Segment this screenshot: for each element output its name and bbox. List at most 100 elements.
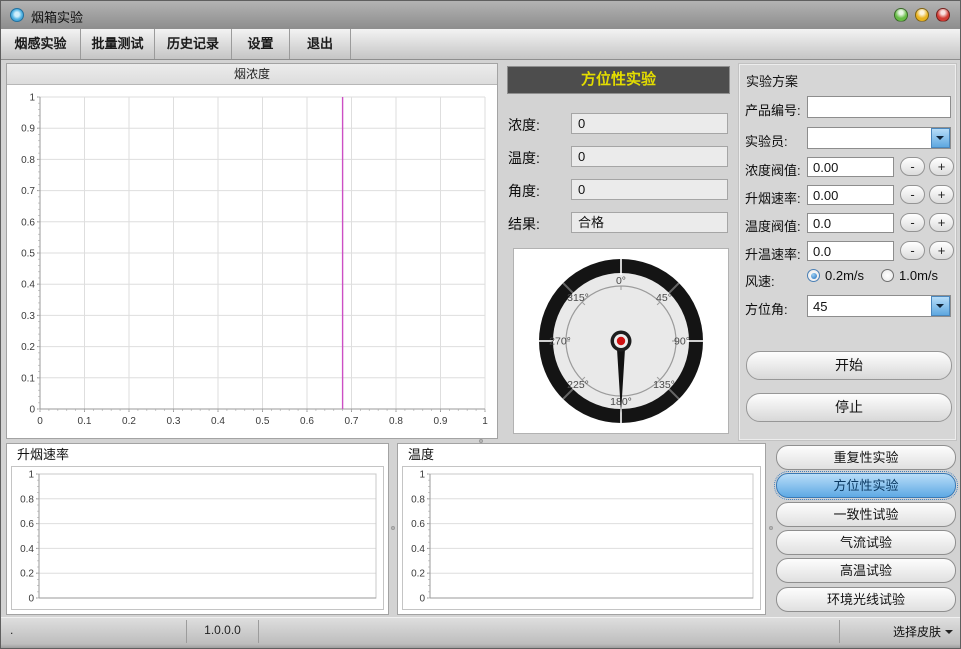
temp-threshold-label: 温度阀值: bbox=[745, 216, 801, 235]
svg-text:0.9: 0.9 bbox=[21, 124, 35, 135]
stop-button[interactable]: 停止 bbox=[746, 393, 952, 422]
svg-text:0.2: 0.2 bbox=[21, 342, 35, 353]
minimize-button-icon[interactable] bbox=[894, 8, 908, 22]
svg-text:0.6: 0.6 bbox=[21, 217, 35, 228]
azimuth-gauge: 0° 45° 90° 135° 180° 225° 270° 315° bbox=[514, 249, 728, 433]
plot-area: 00.20.40.60.81 bbox=[20, 470, 376, 605]
svg-text:0.9: 0.9 bbox=[434, 416, 448, 427]
splitter-handle[interactable] bbox=[391, 526, 395, 530]
statusbar-separator bbox=[839, 620, 840, 643]
plot-area: 00.10.20.30.40.50.60.70.80.9100.10.20.30… bbox=[21, 93, 488, 428]
temp-rise-rate-minus-button[interactable]: - bbox=[900, 241, 925, 260]
temp-threshold-minus-button[interactable]: - bbox=[900, 213, 925, 232]
menu-item-exit[interactable]: 退出 bbox=[290, 29, 351, 59]
test-button-consistency[interactable]: 一致性试验 bbox=[776, 502, 956, 527]
test-button-repeatability[interactable]: 重复性实验 bbox=[776, 445, 956, 470]
svg-text:0.4: 0.4 bbox=[21, 280, 35, 291]
svg-text:1: 1 bbox=[29, 93, 35, 104]
smoke-rise-rate-minus-button[interactable]: - bbox=[900, 185, 925, 204]
test-button-ambient-light[interactable]: 环境光线试验 bbox=[776, 587, 956, 612]
svg-text:0: 0 bbox=[28, 594, 34, 605]
window-controls bbox=[894, 8, 950, 22]
wind-speed-radio-02[interactable]: 0.2m/s bbox=[807, 268, 864, 283]
test-button-airflow[interactable]: 气流试验 bbox=[776, 530, 956, 555]
start-button[interactable]: 开始 bbox=[746, 351, 952, 380]
svg-text:0.8: 0.8 bbox=[389, 416, 403, 427]
maximize-button-icon[interactable] bbox=[915, 8, 929, 22]
temp-rise-rate-plus-button[interactable]: + bbox=[929, 241, 954, 260]
window-title: 烟箱实验 bbox=[31, 7, 83, 26]
wind-speed-label: 风速: bbox=[745, 271, 775, 290]
smoke-rise-rate-label: 升烟速率: bbox=[745, 188, 801, 207]
svg-text:0.5: 0.5 bbox=[256, 416, 270, 427]
svg-text:0: 0 bbox=[37, 416, 43, 427]
menu-item-smoke-test[interactable]: 烟感实验 bbox=[1, 29, 81, 59]
density-threshold-plus-button[interactable]: + bbox=[929, 157, 954, 176]
density-threshold-label: 浓度阀值: bbox=[745, 160, 801, 179]
close-button-icon[interactable] bbox=[936, 8, 950, 22]
app-icon bbox=[10, 8, 24, 22]
title-bar: 烟箱实验 bbox=[1, 1, 960, 30]
azimuth-gauge-panel: 0° 45° 90° 135° 180° 225° 270° 315° bbox=[513, 248, 729, 434]
svg-text:0.7: 0.7 bbox=[21, 186, 35, 197]
svg-text:0.8: 0.8 bbox=[20, 494, 34, 505]
radio-icon bbox=[881, 269, 894, 282]
chart-title-temperature: 温度 bbox=[398, 444, 765, 466]
smoke-rise-rate-input[interactable] bbox=[807, 185, 894, 205]
menu-item-batch-test[interactable]: 批量测试 bbox=[81, 29, 155, 59]
temp-rise-rate-label: 升温速率: bbox=[745, 244, 801, 263]
field-value-result: 合格 bbox=[571, 212, 728, 233]
svg-text:0: 0 bbox=[419, 594, 425, 605]
density-threshold-minus-button[interactable]: - bbox=[900, 157, 925, 176]
operator-dropdown-button[interactable] bbox=[931, 128, 950, 148]
svg-text:0.4: 0.4 bbox=[411, 544, 425, 555]
skin-select-button[interactable]: 选择皮肤 bbox=[893, 623, 953, 640]
plot-area: 00.20.40.60.81 bbox=[411, 470, 753, 605]
product-no-label: 产品编号: bbox=[745, 100, 801, 119]
app-window: 烟箱实验 烟感实验 批量测试 历史记录 设置 退出 烟浓度 00.10.20.3… bbox=[0, 0, 961, 649]
temp-threshold-input[interactable] bbox=[807, 213, 894, 233]
splitter-handle[interactable] bbox=[479, 439, 483, 443]
field-label-concentration: 浓度: bbox=[508, 115, 568, 135]
density-threshold-input[interactable] bbox=[807, 157, 894, 177]
svg-text:45°: 45° bbox=[656, 292, 672, 304]
svg-text:0.5: 0.5 bbox=[21, 249, 35, 260]
chart-inner-box: 00.20.40.60.81 bbox=[402, 466, 761, 610]
field-label-angle: 角度: bbox=[508, 181, 568, 201]
menu-bar: 烟感实验 批量测试 历史记录 设置 退出 bbox=[1, 29, 960, 60]
svg-text:0.1: 0.1 bbox=[78, 416, 92, 427]
svg-text:0.4: 0.4 bbox=[211, 416, 225, 427]
operator-select-input[interactable] bbox=[807, 127, 951, 149]
svg-text:225°: 225° bbox=[567, 379, 589, 391]
svg-text:0.8: 0.8 bbox=[411, 494, 425, 505]
azimuth-select-input[interactable] bbox=[807, 295, 951, 317]
svg-text:1: 1 bbox=[482, 416, 488, 427]
svg-text:0: 0 bbox=[29, 405, 35, 416]
svg-text:0.6: 0.6 bbox=[20, 519, 34, 530]
svg-text:315°: 315° bbox=[567, 292, 589, 304]
smoke-rise-rate-plus-button[interactable]: + bbox=[929, 185, 954, 204]
temperature-chart: 00.20.40.60.81 bbox=[403, 467, 760, 608]
radio-icon bbox=[807, 269, 820, 282]
temp-threshold-plus-button[interactable]: + bbox=[929, 213, 954, 232]
version-label: 1.0.0.0 bbox=[187, 623, 258, 637]
splitter-handle[interactable] bbox=[769, 526, 773, 530]
field-label-temperature: 温度: bbox=[508, 148, 568, 168]
temp-rise-rate-input[interactable] bbox=[807, 241, 894, 261]
test-button-high-temp[interactable]: 高温试验 bbox=[776, 558, 956, 583]
svg-text:0.3: 0.3 bbox=[21, 311, 35, 322]
temperature-chart-panel: 温度 00.20.40.60.81 bbox=[397, 443, 766, 615]
menu-item-settings[interactable]: 设置 bbox=[232, 29, 290, 59]
operator-label: 实验员: bbox=[745, 131, 788, 150]
svg-text:1: 1 bbox=[28, 470, 34, 481]
svg-text:135°: 135° bbox=[653, 379, 675, 391]
test-button-azimuth[interactable]: 方位性实验 bbox=[776, 473, 956, 498]
smoke-density-chart: 00.10.20.30.40.50.60.70.80.9100.10.20.30… bbox=[7, 85, 497, 439]
menu-item-history[interactable]: 历史记录 bbox=[155, 29, 232, 59]
product-no-input[interactable] bbox=[807, 96, 951, 118]
azimuth-dropdown-button[interactable] bbox=[931, 296, 950, 316]
svg-text:0.8: 0.8 bbox=[21, 155, 35, 166]
field-label-result: 结果: bbox=[508, 214, 568, 234]
field-value-angle: 0 bbox=[571, 179, 728, 200]
wind-speed-radio-10[interactable]: 1.0m/s bbox=[881, 268, 938, 283]
